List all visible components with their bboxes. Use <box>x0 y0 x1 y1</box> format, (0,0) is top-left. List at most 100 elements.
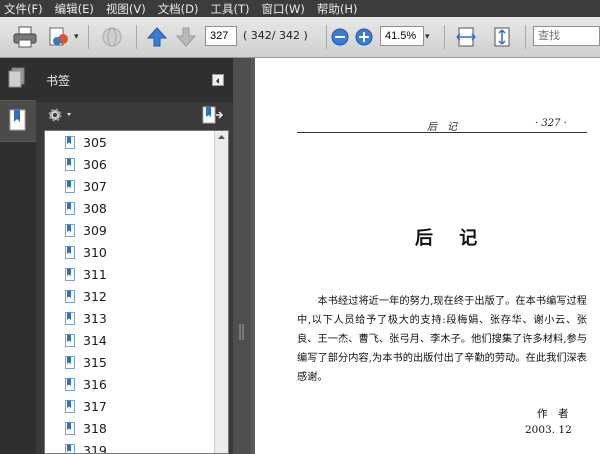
panel-title: 书签 <box>46 74 71 88</box>
print-icon[interactable] <box>12 26 38 48</box>
bookmark-label: 314 <box>83 332 107 348</box>
bookmark-item[interactable]: 317 <box>45 395 215 417</box>
menu-bar: 文件(F) 编辑(E) 视图(V) 文档(D) 工具(T) 窗口(W) 帮助(H… <box>0 0 600 17</box>
bookmarks-panel-button[interactable] <box>0 100 36 142</box>
bookmark-item[interactable]: 305 <box>45 131 215 153</box>
fit-width-icon[interactable] <box>455 26 477 48</box>
bookmark-icon <box>65 333 75 347</box>
bookmark-item[interactable]: 316 <box>45 373 215 395</box>
zoom-in-icon[interactable] <box>355 28 373 46</box>
bookmark-icon <box>65 135 75 149</box>
bookmark-item[interactable]: 306 <box>45 153 215 175</box>
menu-document[interactable]: 文档(D) <box>154 1 207 17</box>
zoom-input[interactable] <box>380 26 424 46</box>
menu-window[interactable]: 窗口(W) <box>258 1 313 17</box>
bookmark-icon <box>65 201 75 215</box>
document-page: 后 记 · 327 · 后 记 本书经过将近一年的努力,现在终于出版了。在本书编… <box>255 58 600 454</box>
bookmark-label: 305 <box>83 134 107 150</box>
bookmark-item[interactable]: 315 <box>45 351 215 373</box>
bookmark-item[interactable]: 313 <box>45 307 215 329</box>
bookmark-item[interactable]: 314 <box>45 329 215 351</box>
bookmark-label: 307 <box>83 178 107 194</box>
header-rule <box>297 132 587 133</box>
globe-icon <box>102 27 122 47</box>
chevron-left-icon <box>216 78 219 84</box>
bookmark-item[interactable]: 310 <box>45 241 215 263</box>
bookmark-label: 306 <box>83 156 107 172</box>
bookmark-label: 318 <box>83 420 107 436</box>
menu-help[interactable]: 帮助(H) <box>313 1 366 17</box>
menu-view[interactable]: 视图(V) <box>102 1 154 17</box>
menu-file[interactable]: 文件(F) <box>0 1 51 17</box>
bookmark-item[interactable]: 319 <box>45 439 215 454</box>
running-title: 后 记 <box>427 122 457 133</box>
signature: 作 者 <box>537 408 569 420</box>
bookmark-label: 317 <box>83 398 107 414</box>
zoom-dropdown-chevron-icon[interactable]: ▾ <box>425 26 437 48</box>
bookmark-item[interactable]: 312 <box>45 285 215 307</box>
bookmark-icon <box>65 223 75 237</box>
bookmark-label: 313 <box>83 310 107 326</box>
collapse-panel-button[interactable] <box>212 74 224 86</box>
chevron-down-icon[interactable]: ▾ <box>74 26 82 48</box>
bookmark-item[interactable]: 311 <box>45 263 215 285</box>
zoom-out-icon[interactable] <box>331 28 349 46</box>
bookmark-label: 319 <box>83 442 107 454</box>
bookmark-icon <box>65 267 75 281</box>
pages-panel-button[interactable] <box>0 58 36 98</box>
bookmark-list: 305 306 307 308 309 310 311 312 313 314 … <box>44 130 229 454</box>
next-page-icon[interactable] <box>175 26 197 48</box>
bookmark-item[interactable]: 307 <box>45 175 215 197</box>
bookmark-icon <box>65 443 75 453</box>
panel-splitter[interactable] <box>233 58 251 454</box>
panel-header: 书签 <box>36 58 233 102</box>
previous-page-icon[interactable] <box>146 26 168 48</box>
bookmark-item[interactable]: 309 <box>45 219 215 241</box>
bookmark-label: 312 <box>83 288 107 304</box>
navigation-strip <box>0 58 36 454</box>
panel-toolbar <box>36 102 233 128</box>
new-bookmark-icon[interactable] <box>200 105 224 125</box>
pages-icon <box>8 67 25 88</box>
toolbar-separator <box>88 25 89 49</box>
gear-icon[interactable] <box>46 106 74 124</box>
vertical-scrollbar[interactable] <box>214 131 228 453</box>
bookmark-label: 308 <box>83 200 107 216</box>
scroll-up-icon[interactable] <box>215 131 228 143</box>
bookmark-label: 316 <box>83 376 107 392</box>
toolbar-separator <box>525 25 526 49</box>
document-view[interactable]: 后 记 · 327 · 后 记 本书经过将近一年的努力,现在终于出版了。在本书编… <box>251 58 600 454</box>
bookmarks-panel: 书签 305 306 307 308 309 310 311 312 313 3… <box>36 58 233 454</box>
menu-tools[interactable]: 工具(T) <box>207 1 258 17</box>
bookmark-icon <box>65 245 75 259</box>
page-number-input[interactable] <box>205 26 237 46</box>
bookmark-icon <box>9 109 26 131</box>
bookmark-item[interactable]: 318 <box>45 417 215 439</box>
fit-page-icon[interactable] <box>491 26 513 48</box>
bookmark-item[interactable]: 308 <box>45 197 215 219</box>
bookmark-icon <box>65 377 75 391</box>
bookmark-icon <box>65 179 75 193</box>
search-input[interactable] <box>533 26 600 46</box>
toolbar-separator <box>136 25 137 49</box>
chapter-heading: 后 记 <box>415 228 488 249</box>
page-count: ( 342/ 342 ) <box>243 29 308 42</box>
body-paragraph: 本书经过将近一年的努力,现在终于出版了。在本书编写过程中,以下人员给予了极大的支… <box>297 296 587 383</box>
bookmark-icon <box>65 289 75 303</box>
page-number: · 327 · <box>535 118 567 129</box>
bookmark-label: 309 <box>83 222 107 238</box>
toolbar: ▾ ( 342/ 342 ) ▾ <box>0 17 600 58</box>
bookmark-label: 315 <box>83 354 107 370</box>
bookmark-icon <box>65 399 75 413</box>
bookmark-icon <box>65 355 75 369</box>
date: 2003. 12 <box>525 424 572 436</box>
create-pdf-icon[interactable] <box>47 26 73 48</box>
bookmark-label: 310 <box>83 244 107 260</box>
bookmark-label: 311 <box>83 266 107 282</box>
bookmark-icon <box>65 421 75 435</box>
menu-edit[interactable]: 编辑(E) <box>51 1 102 17</box>
toolbar-separator <box>444 25 445 49</box>
toolbar-separator <box>326 25 327 49</box>
grip-icon <box>239 324 244 340</box>
bookmark-icon <box>65 157 75 171</box>
